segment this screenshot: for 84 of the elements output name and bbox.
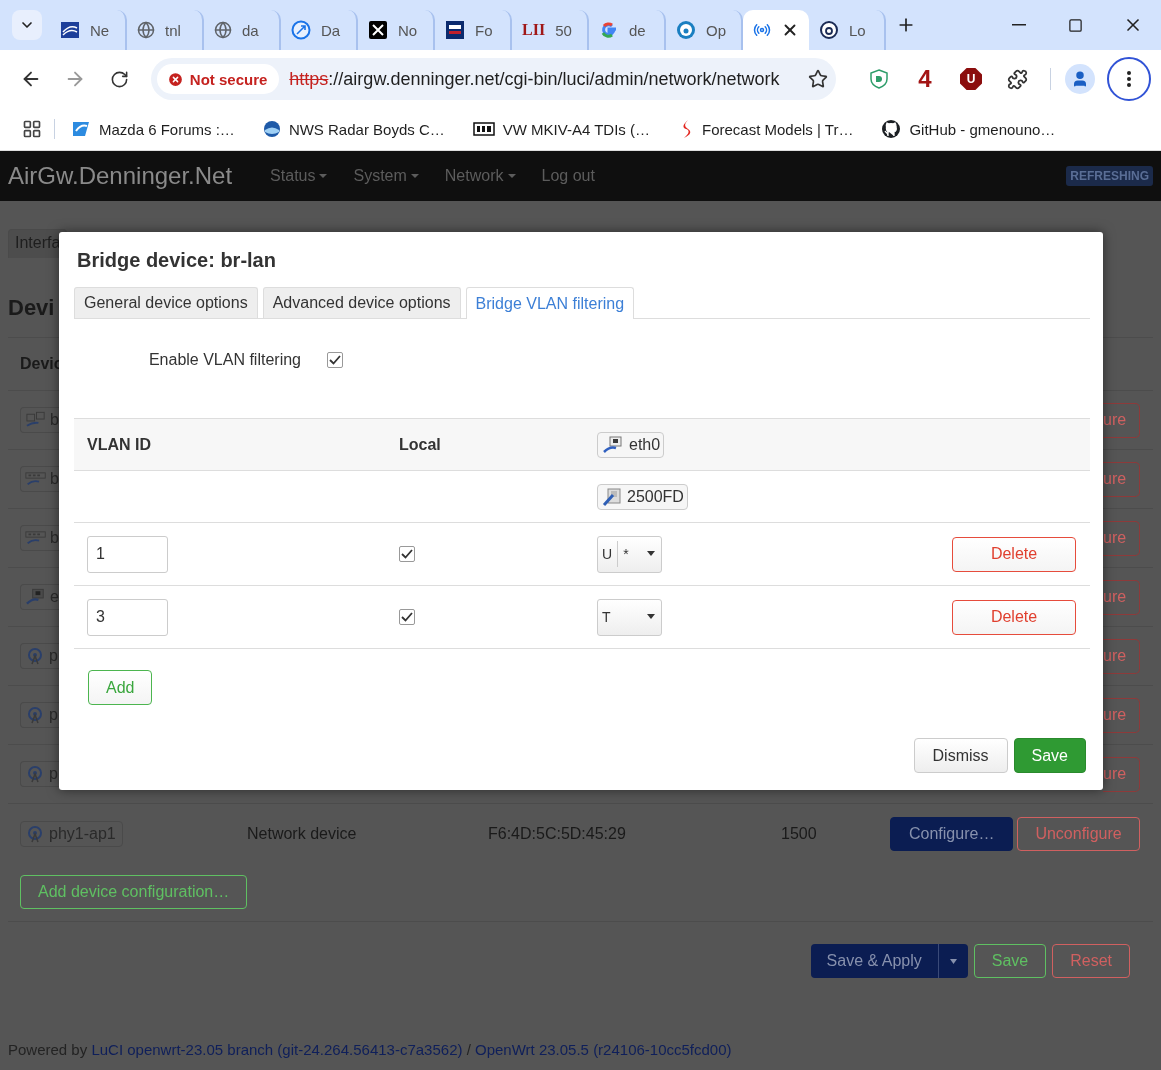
dialog-title: Bridge device: br-lan [77, 249, 277, 272]
caret-icon [647, 551, 655, 557]
site-icon [881, 119, 902, 139]
security-chip[interactable]: Not secure [156, 64, 280, 94]
address-field[interactable]: https://airgw.denninger.net/cgi-bin/luci/admin/network/network [289, 68, 808, 90]
port-name: eth0 [629, 435, 661, 454]
cable-icon [602, 486, 622, 507]
save-button[interactable]: Save [973, 944, 1047, 978]
site-icon [819, 20, 839, 40]
bookmark-star-icon[interactable] [808, 69, 828, 89]
shield-icon [870, 69, 888, 89]
site-icon [472, 121, 495, 137]
site-icon [262, 120, 281, 138]
menu-button[interactable] [1107, 57, 1151, 101]
site-icon [71, 120, 91, 138]
bookmark-link[interactable]: GitHub - gmenouno… [881, 119, 1056, 139]
extension-button[interactable]: 4 [902, 61, 948, 97]
site-icon [137, 21, 155, 39]
checkbox[interactable] [399, 609, 415, 625]
antenna-icon [25, 824, 45, 843]
person-icon [1071, 70, 1089, 88]
table-cell-text: F6:4D:5C:5D:45:29 [488, 824, 627, 843]
profile-button[interactable] [1065, 64, 1095, 94]
site-icon [599, 20, 619, 40]
status-badge: REFRESHING [1066, 166, 1153, 186]
menu-icon [1127, 71, 1131, 87]
column-header: VLAN ID [87, 435, 152, 454]
brand-link[interactable]: AirGw.Denninger.Net [8, 162, 233, 190]
dialog-tab[interactable]: Bridge VLAN filtering [465, 287, 635, 319]
dialog-tab[interactable]: General device options [74, 287, 258, 318]
checkbox[interactable] [327, 352, 343, 368]
add-device-button[interactable]: Add device configuration… [20, 875, 248, 909]
caret-icon [647, 614, 655, 620]
antenna-icon [25, 765, 45, 783]
site-icon [368, 20, 388, 40]
table-cell-text: Network device [247, 824, 358, 843]
ethernet-icon [25, 588, 47, 606]
apps-icon[interactable] [22, 119, 42, 139]
port-speed: 2500FD [627, 487, 684, 506]
dialog-tab[interactable]: Advanced device options [262, 287, 461, 318]
field-label: Enable VLAN filtering [147, 351, 301, 369]
antenna-icon [25, 647, 45, 665]
add-button[interactable]: Add [88, 670, 153, 705]
site-icon [60, 20, 80, 40]
bookmark-link[interactable]: VW MKIV-A4 TDIs (… [472, 120, 650, 138]
site-icon [291, 20, 311, 40]
menu-link[interactable]: Status [270, 167, 328, 185]
save-apply-button[interactable]: Save & Apply [810, 944, 938, 978]
site-icon [214, 21, 232, 39]
tab-search-button[interactable] [12, 10, 42, 40]
caret-icon [949, 958, 957, 964]
menu-link[interactable]: System [353, 167, 419, 185]
antenna-icon [25, 706, 45, 724]
switch-icon [25, 529, 47, 547]
extension-button[interactable]: U [960, 68, 982, 90]
delete-button[interactable]: Delete [952, 599, 1076, 635]
site-icon [753, 21, 771, 39]
site-logo: LII [522, 21, 546, 39]
browser-tab[interactable] [743, 10, 809, 50]
tagging-select[interactable]: U * [597, 535, 662, 573]
reload-icon [109, 69, 129, 89]
checkbox[interactable] [399, 546, 415, 562]
bookmark-link[interactable]: Mazda 6 Forums :… [71, 120, 235, 138]
section-heading: Devi [8, 295, 55, 321]
delete-button[interactable]: Delete [952, 536, 1076, 572]
table-cell-text: 1500 [781, 824, 818, 843]
maximize-icon [1068, 17, 1083, 33]
puzzle-icon [1006, 68, 1028, 90]
error-icon [166, 70, 184, 88]
dismiss-button[interactable]: Dismiss [913, 738, 1008, 773]
column-header: Local [399, 435, 442, 454]
vlan-id-field[interactable]: 1 [87, 535, 168, 573]
bookmark-link[interactable]: NWS Radar Boyds C… [262, 120, 445, 138]
network-icon [25, 411, 47, 429]
configure-button[interactable]: Configure… [890, 816, 1014, 851]
switch-icon [25, 470, 47, 488]
minimize-icon [1011, 24, 1026, 26]
site-icon [445, 20, 465, 40]
ethernet-icon [602, 435, 624, 454]
bookmark-link[interactable]: Forecast Models | Tr… [678, 119, 854, 139]
save-button[interactable]: Save [1013, 738, 1086, 773]
site-icon [676, 20, 696, 40]
tagging-select[interactable]: T [597, 598, 662, 636]
vlan-id-field[interactable]: 3 [87, 598, 168, 636]
